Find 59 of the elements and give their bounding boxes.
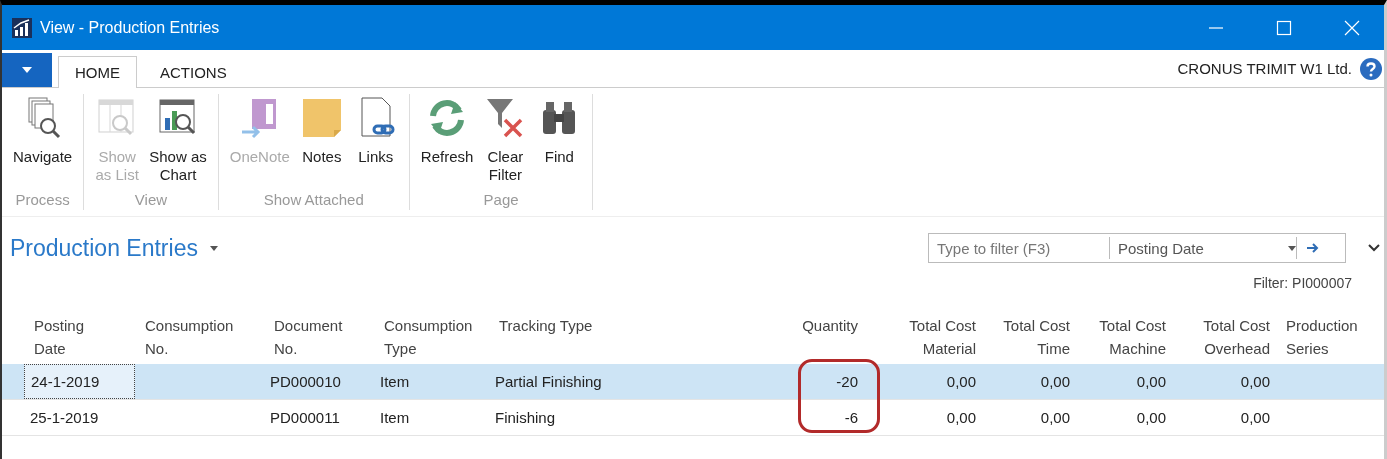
ribbon-button[interactable]: Notes — [294, 94, 349, 191]
table-cell: -6 — [844, 409, 858, 426]
table-cell: 0,00 — [1136, 373, 1166, 390]
table-cell: Item — [380, 373, 410, 390]
caret-icon[interactable] — [209, 245, 218, 251]
group-label: Page — [483, 191, 519, 210]
filter-field[interactable]: Type to filter (F3) Posting Date — [928, 233, 1346, 263]
caret-icon — [21, 66, 33, 74]
ribbon-button[interactable]: Refresh — [415, 94, 479, 191]
table-cell: PD000011 — [270, 409, 340, 426]
table-cell: PD000010 — [270, 373, 341, 390]
group-label: Show Attached — [263, 191, 364, 210]
column-header[interactable]: Total Cost Machine — [1076, 314, 1172, 360]
column-header[interactable]: Total Cost Material — [864, 314, 982, 360]
table-cell: 24-1-2019 — [31, 373, 100, 390]
table-cell: 0,00 — [1040, 373, 1070, 390]
column-header[interactable]: Posting Date — [24, 314, 135, 360]
company-name: CRONUS TRIMIT W1 Ltd. — [1177, 60, 1352, 77]
table-cell: 0,00 — [1040, 409, 1070, 426]
ribbon-button[interactable]: Navigate — [8, 94, 78, 191]
ribbon-button[interactable]: Find — [532, 94, 587, 191]
ribbon-button[interactable]: Links — [348, 94, 403, 191]
chevron-down-icon[interactable] — [1368, 244, 1380, 252]
close-icon[interactable] — [1344, 19, 1360, 36]
column-header[interactable]: Tracking Type — [489, 314, 749, 337]
ribbon-tab[interactable]: ACTIONS — [143, 56, 244, 88]
table-row[interactable]: 25-1-2019 PD000011 Item Finishing -6 0,00 0,00 0,00 0,00 — [2, 400, 1384, 436]
column-header[interactable]: Quantity — [749, 314, 864, 337]
ribbon-button[interactable]: Clear Filter — [478, 94, 533, 191]
page-title: Production Entries — [10, 234, 198, 262]
table-cell: 0,00 — [1136, 409, 1166, 426]
table-cell: 0,00 — [946, 409, 976, 426]
help-icon[interactable] — [1360, 57, 1382, 80]
table-cell: Partial Finishing — [495, 373, 602, 390]
table-cell: 0,00 — [1240, 409, 1270, 426]
filter-caption: Filter: PI000007 — [1253, 275, 1352, 291]
ribbon-button[interactable]: Show as Chart — [144, 94, 212, 191]
window-title: View - Production Entries — [40, 18, 220, 37]
table-cell: 0,00 — [946, 373, 976, 390]
column-header[interactable]: Total Cost Time — [982, 314, 1076, 360]
filter-column-dropdown[interactable]: Posting Date — [1110, 239, 1288, 257]
column-header[interactable]: Production Series — [1276, 314, 1378, 360]
table-cell: 25-1-2019 — [30, 409, 99, 426]
table-cell: Finishing — [495, 409, 556, 426]
table-cell: -20 — [836, 373, 858, 390]
ribbon-tab[interactable]: HOME — [58, 56, 137, 88]
table-cell: 0,00 — [1240, 373, 1270, 390]
maximize-icon[interactable] — [1276, 19, 1292, 36]
column-header[interactable]: Total Cost Overhead — [1172, 314, 1276, 360]
column-header[interactable]: Document No. — [264, 314, 374, 360]
table-cell: Item — [380, 409, 410, 426]
group-label: View — [134, 191, 168, 210]
bar-chart-icon — [12, 17, 32, 38]
caret-icon — [1288, 245, 1296, 251]
table-row[interactable]: 24-1-2019 PD000010 Item Partial Finishing -20 0,00 0,00 0,00 0,00 — [2, 364, 1384, 400]
column-header[interactable]: Consumption Type — [374, 314, 489, 360]
group-label: Process — [15, 191, 70, 210]
column-header[interactable]: Consumption No. — [135, 314, 264, 360]
arrow-right-icon[interactable] — [1307, 243, 1319, 253]
